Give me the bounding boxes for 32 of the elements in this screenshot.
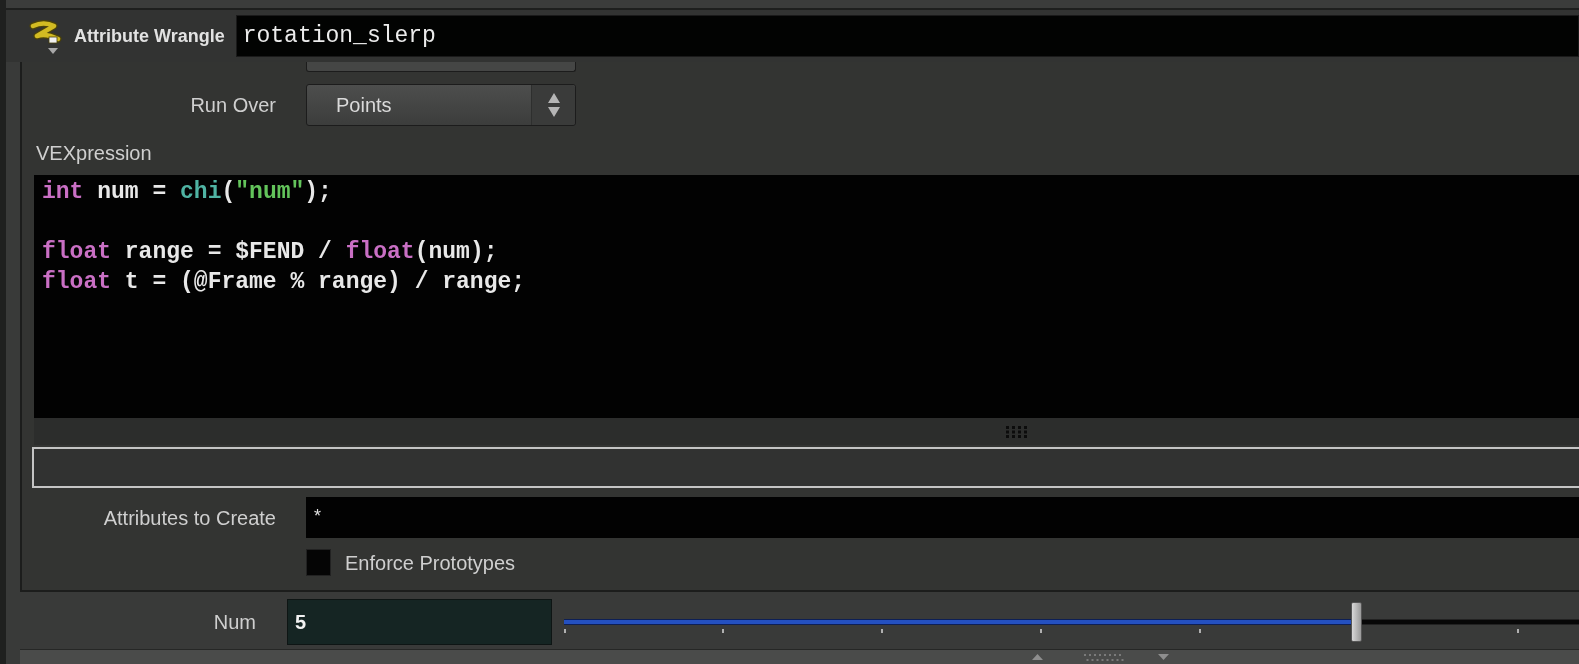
slider-thumb[interactable] — [1350, 601, 1362, 642]
tick-mark — [1517, 628, 1520, 633]
dropdown[interactable] — [306, 62, 576, 72]
tick-mark — [722, 628, 725, 633]
code-line: float t = (@Frame % range) / range; — [42, 268, 526, 297]
code-editor[interactable]: int num = chi("num"); float range = $FEND / float(num); float t = (@Frame % range) / range; — [34, 175, 1579, 418]
grip-icon[interactable] — [1006, 425, 1028, 438]
node-type-label: Attribute Wrangle — [74, 24, 225, 48]
node-name-field[interactable]: rotation_slerp — [235, 15, 1579, 57]
tick-mark — [881, 628, 884, 633]
down-arrow-icon[interactable] — [1158, 654, 1169, 660]
code-line: int num = chi("num"); — [42, 178, 332, 207]
vexpression-label: VEXpression — [36, 142, 152, 164]
run-over-dropdown[interactable]: Points — [306, 84, 576, 126]
num-field[interactable]: 5 — [287, 598, 552, 645]
enforce-prototypes-label: Enforce Prototypes — [345, 550, 516, 576]
grip-icon[interactable] — [1084, 653, 1124, 661]
squiggle-icon — [28, 20, 62, 46]
checkbox[interactable] — [306, 549, 331, 576]
attributes-to-create-label: Attributes to Create — [102, 505, 276, 531]
run-over-label: Run Over — [189, 93, 276, 118]
tick-mark — [1199, 628, 1202, 633]
up-down-arrows-icon — [547, 93, 560, 117]
slider[interactable] — [564, 601, 1579, 642]
tick-mark — [1040, 628, 1043, 633]
caret-icon[interactable] — [48, 48, 58, 54]
code-line: float range = $FEND / float(num); — [42, 238, 498, 267]
num-label: Num — [212, 609, 256, 635]
up-arrow-icon[interactable] — [1032, 654, 1043, 660]
tick-mark — [564, 628, 566, 633]
text-field[interactable] — [32, 447, 1579, 488]
attributes-field[interactable]: * — [306, 497, 1579, 538]
